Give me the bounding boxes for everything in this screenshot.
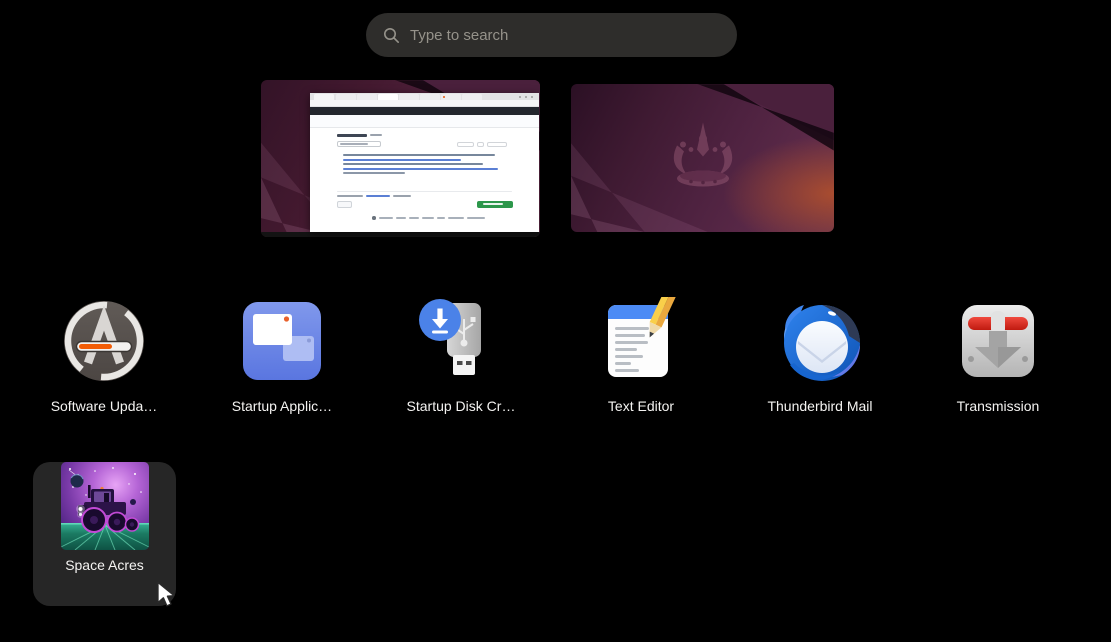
browser-url-bar <box>310 100 539 107</box>
thunderbird-icon <box>776 297 864 385</box>
app-label: Transmission <box>918 398 1078 414</box>
startup-disk-creator-icon <box>417 297 505 385</box>
space-acres-icon <box>61 462 149 550</box>
app-label: Startup Applic… <box>202 398 362 414</box>
workspace-thumbnail-1[interactable] <box>261 80 540 237</box>
app-label: Text Editor <box>561 398 721 414</box>
text-editor-icon <box>597 297 685 385</box>
app-transmission[interactable]: Transmission <box>918 295 1078 414</box>
transmission-icon <box>954 297 1042 385</box>
app-text-editor[interactable]: Text Editor <box>561 295 721 414</box>
app-label: Startup Disk Cr… <box>381 398 541 414</box>
wiki-page-content <box>310 128 539 232</box>
search-input[interactable]: Type to search <box>366 13 737 57</box>
search-placeholder: Type to search <box>410 27 508 44</box>
crown-emblem <box>653 120 753 194</box>
app-thunderbird-mail[interactable]: Thunderbird Mail <box>740 295 900 414</box>
browser-tab-bar <box>310 93 539 100</box>
software-updater-icon <box>60 297 148 385</box>
wiki-nav-links <box>310 115 539 128</box>
app-startup-disk-creator[interactable]: Startup Disk Cr… <box>381 295 541 414</box>
site-header <box>310 107 539 115</box>
app-startup-applications[interactable]: Startup Applic… <box>202 295 362 414</box>
app-label: Space Acres <box>33 557 176 573</box>
app-label: Thunderbird Mail <box>740 398 900 414</box>
browser-window-preview <box>310 93 539 232</box>
activities-overview: Type to search <box>0 0 1111 642</box>
search-icon <box>383 27 400 44</box>
app-label: Software Upda… <box>24 398 184 414</box>
mouse-cursor <box>155 581 181 609</box>
startup-applications-icon <box>238 297 326 385</box>
cancel-button-preview <box>337 201 352 208</box>
workspace-thumbnail-2[interactable] <box>571 84 834 232</box>
app-software-updater[interactable]: Software Upda… <box>24 295 184 414</box>
